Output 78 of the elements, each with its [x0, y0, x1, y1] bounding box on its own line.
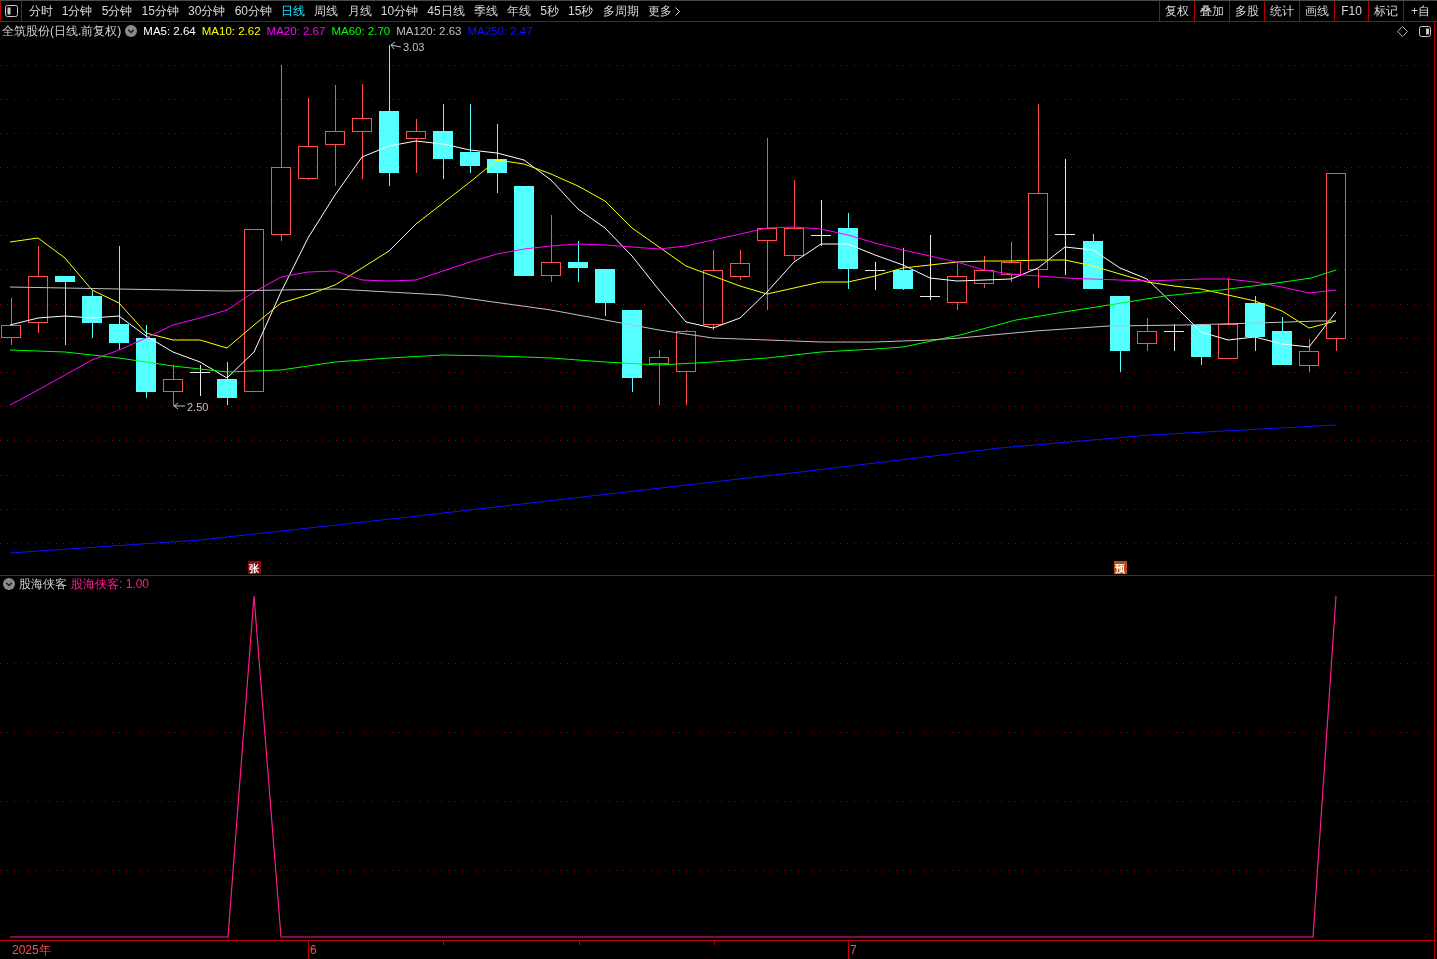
- period-tab[interactable]: 5秒: [535, 1, 564, 21]
- stock-title: 全筑股份(日线.前复权): [2, 22, 122, 40]
- rising-candle: [1137, 317, 1157, 352]
- doji-candle: [919, 234, 941, 301]
- moving-average-value: MA60: 2.70: [331, 25, 391, 37]
- rising-candle: [649, 349, 669, 406]
- period-tab[interactable]: 周线: [309, 1, 343, 21]
- chevron-down-icon[interactable]: [125, 25, 138, 37]
- period-tab[interactable]: 分时: [24, 1, 58, 21]
- indicator-name: 股海侠客: [19, 575, 67, 593]
- rising-candle: [163, 364, 183, 407]
- moving-average-value: MA20: 2.67: [266, 25, 326, 37]
- high-price-label: 3.03: [403, 41, 425, 53]
- period-tab[interactable]: 45日线: [422, 1, 470, 21]
- falling-candle: [82, 289, 102, 339]
- low-price-label: 2.50: [187, 401, 209, 413]
- period-tab[interactable]: 月线: [342, 1, 377, 21]
- doji-candle: [189, 364, 211, 397]
- falling-candle: [55, 275, 75, 346]
- chevron-down-icon[interactable]: [3, 578, 15, 590]
- doji-candle: [1163, 323, 1185, 352]
- rising-candle: [541, 214, 561, 283]
- moving-average-value: MA5: 2.64: [143, 25, 196, 37]
- falling-candle: [1191, 324, 1211, 366]
- tool-button[interactable]: 标记: [1368, 1, 1403, 21]
- date-label: 6: [310, 943, 317, 957]
- falling-candle: [595, 268, 615, 317]
- falling-candle: [487, 123, 507, 194]
- tool-button[interactable]: 叠加: [1194, 1, 1229, 21]
- tool-button[interactable]: 多股: [1229, 1, 1264, 21]
- indicator-value: 股海侠客: 1.00: [71, 575, 150, 593]
- period-tab[interactable]: 季线: [469, 1, 503, 21]
- falling-candle: [1245, 295, 1265, 352]
- leader-arrow: [390, 41, 402, 50]
- date-label: 7: [850, 943, 857, 957]
- period-tab[interactable]: 15分钟: [136, 1, 184, 21]
- signal-badge: 预: [1113, 561, 1127, 574]
- rising-candle: [974, 255, 994, 289]
- tool-button[interactable]: 统计: [1264, 1, 1299, 21]
- doji-candle: [864, 261, 886, 291]
- falling-candle: [217, 361, 237, 406]
- period-tab[interactable]: 5分钟: [97, 1, 137, 21]
- tool-button[interactable]: 画线: [1299, 1, 1334, 21]
- doji-candle: [810, 199, 832, 247]
- period-tab[interactable]: 15秒: [563, 1, 599, 21]
- moving-average-value: MA120: 2.63: [396, 25, 462, 37]
- tool-button[interactable]: F10: [1334, 1, 1368, 21]
- falling-candle: [1272, 316, 1292, 366]
- diamond-icon[interactable]: [1397, 25, 1408, 37]
- rising-candle: [730, 249, 750, 281]
- chevron-right-icon: [674, 6, 680, 16]
- leader-arrow: [173, 402, 186, 410]
- panel-icon[interactable]: [1419, 25, 1431, 37]
- falling-candle: [568, 240, 588, 283]
- falling-candle: [1083, 233, 1103, 290]
- date-label: 2025年: [12, 943, 51, 957]
- moving-average-value: MA250: 2.47: [467, 25, 533, 37]
- rising-candle: [947, 261, 967, 311]
- period-tab[interactable]: 日线: [276, 1, 310, 21]
- rising-candle: [406, 118, 426, 174]
- panel-toggle-button[interactable]: [0, 1, 22, 21]
- falling-candle: [460, 103, 480, 174]
- rising-candle: [1001, 241, 1021, 283]
- period-tab[interactable]: 多周期: [598, 1, 644, 21]
- rising-candle: [1299, 338, 1319, 373]
- more-menu-tab[interactable]: 更多: [643, 1, 685, 21]
- period-tab[interactable]: 60分钟: [230, 1, 277, 21]
- period-tab[interactable]: 30分钟: [183, 1, 231, 21]
- period-tab[interactable]: 10分钟: [376, 1, 423, 21]
- period-tab[interactable]: 1分钟: [57, 1, 98, 21]
- falling-candle: [893, 247, 913, 291]
- rising-candle: [1, 297, 21, 346]
- signal-badge: 张: [247, 561, 261, 574]
- moving-average-value: MA10: 2.62: [201, 25, 261, 37]
- period-tab[interactable]: 年线: [502, 1, 536, 21]
- panel-icon: [4, 5, 18, 17]
- tool-button[interactable]: +自: [1403, 1, 1437, 21]
- tool-button[interactable]: 复权: [1159, 1, 1194, 21]
